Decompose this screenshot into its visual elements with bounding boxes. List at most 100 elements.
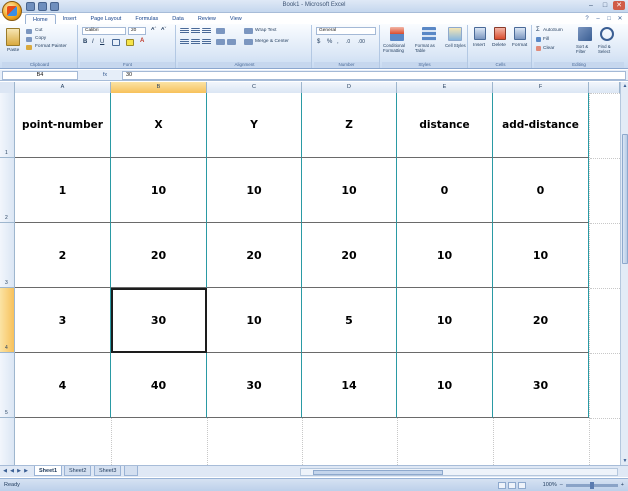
cell-e2[interactable]: 0 <box>397 158 493 223</box>
conditional-formatting-button[interactable]: Conditional Formatting <box>383 43 413 53</box>
align-bottom-icon[interactable] <box>202 28 211 34</box>
decrease-indent-icon[interactable] <box>216 39 225 45</box>
cell-b1[interactable]: X <box>111 93 207 158</box>
cell-c4[interactable]: 10 <box>207 288 302 353</box>
shrink-font-icon[interactable]: Aˇ <box>161 27 166 32</box>
font-color-icon[interactable]: A <box>140 38 144 44</box>
help-icon[interactable]: ? <box>583 15 591 23</box>
cell-e4[interactable]: 10 <box>397 288 493 353</box>
cell-a2[interactable]: 1 <box>15 158 111 223</box>
last-sheet-icon[interactable]: ▶ <box>23 468 29 474</box>
sheet-tab-3[interactable]: Sheet3 <box>94 466 122 476</box>
first-sheet-icon[interactable]: ◀ <box>2 468 8 474</box>
tab-formulas[interactable]: Formulas <box>128 14 165 24</box>
cell-d4[interactable]: 5 <box>302 288 397 353</box>
grow-font-icon[interactable]: Aˆ <box>151 27 156 32</box>
row-header-4[interactable]: 4 <box>0 288 15 353</box>
formula-input[interactable]: 30 <box>122 71 626 80</box>
column-header-f[interactable]: F <box>493 82 589 93</box>
name-box[interactable]: B4 <box>2 71 78 80</box>
align-top-icon[interactable] <box>180 28 189 34</box>
merge-center-button[interactable]: Merge & Center <box>255 39 289 44</box>
underline-icon[interactable]: U <box>100 39 104 45</box>
prev-sheet-icon[interactable]: ◀ <box>9 468 15 474</box>
align-left-icon[interactable] <box>180 39 189 45</box>
cell-b5[interactable]: 40 <box>111 353 207 418</box>
page-break-view-icon[interactable] <box>518 482 526 489</box>
zoom-out-icon[interactable]: – <box>560 482 563 488</box>
cell-f2[interactable]: 0 <box>493 158 589 223</box>
column-header-a[interactable]: A <box>15 82 111 93</box>
horizontal-scroll-thumb[interactable] <box>313 470 443 475</box>
cell-e1[interactable]: distance <box>397 93 493 158</box>
cell-d3[interactable]: 20 <box>302 223 397 288</box>
sheet-tab-1[interactable]: Sheet1 <box>34 466 63 476</box>
percent-icon[interactable]: % <box>327 39 332 45</box>
zoom-slider-knob[interactable] <box>589 481 594 489</box>
copy-button[interactable]: Copy <box>35 36 46 41</box>
row-header-5[interactable]: 5 <box>0 353 15 418</box>
scroll-up-icon[interactable]: ▲ <box>621 82 628 90</box>
comma-icon[interactable]: , <box>337 39 339 45</box>
number-format-select[interactable]: General <box>316 27 376 35</box>
ribbon-minimize-icon[interactable]: – <box>594 15 602 23</box>
cell-b3[interactable]: 20 <box>111 223 207 288</box>
cell-c5[interactable]: 30 <box>207 353 302 418</box>
tab-page-layout[interactable]: Page Layout <box>83 14 128 24</box>
close-icon[interactable]: ✕ <box>613 1 625 10</box>
insert-sheet-icon[interactable] <box>124 466 138 476</box>
cell-c3[interactable]: 20 <box>207 223 302 288</box>
orientation-icon[interactable] <box>216 28 225 34</box>
fill-button[interactable]: Fill <box>543 37 549 42</box>
tab-review[interactable]: Review <box>191 14 223 24</box>
horizontal-scrollbar[interactable] <box>300 468 618 476</box>
select-all-corner[interactable] <box>0 82 15 93</box>
next-sheet-icon[interactable]: ▶ <box>16 468 22 474</box>
bold-icon[interactable]: B <box>83 39 87 45</box>
delete-cells-button[interactable]: Delete <box>492 43 506 48</box>
increase-indent-icon[interactable] <box>227 39 236 45</box>
cell-f5[interactable]: 30 <box>493 353 589 418</box>
vertical-scroll-thumb[interactable] <box>622 134 628 264</box>
insert-cells-button[interactable]: Insert <box>473 43 485 48</box>
cell-styles-button[interactable]: Cell Styles <box>445 43 467 48</box>
ribbon-close-icon[interactable]: ✕ <box>616 15 624 23</box>
cut-button[interactable]: Cut <box>35 28 42 33</box>
cell-f1[interactable]: add-distance <box>493 93 589 158</box>
cell-d2[interactable]: 10 <box>302 158 397 223</box>
vertical-scrollbar[interactable]: ▲ ▼ <box>620 82 628 465</box>
row-header-1[interactable]: 1 <box>0 93 15 158</box>
ribbon-restore-icon[interactable]: □ <box>605 15 613 23</box>
row-header-3[interactable]: 3 <box>0 223 15 288</box>
italic-icon[interactable]: I <box>92 39 94 45</box>
column-header-e[interactable]: E <box>397 82 493 93</box>
normal-view-icon[interactable] <box>498 482 506 489</box>
cell-d1[interactable]: Z <box>302 93 397 158</box>
tab-insert[interactable]: Insert <box>56 14 84 24</box>
format-painter-button[interactable]: Format Painter <box>35 44 67 49</box>
autosum-button[interactable]: AutoSum <box>543 28 563 33</box>
tab-data[interactable]: Data <box>165 14 191 24</box>
paste-button[interactable]: Paste <box>7 48 19 53</box>
scroll-down-icon[interactable]: ▼ <box>621 457 628 465</box>
cell-f3[interactable]: 10 <box>493 223 589 288</box>
font-name-select[interactable]: Calibri <box>82 27 126 35</box>
format-cells-button[interactable]: Format <box>512 43 527 48</box>
font-size-select[interactable]: 20 <box>128 27 146 35</box>
cell-b2[interactable]: 10 <box>111 158 207 223</box>
find-select-button[interactable]: Find & Select <box>598 44 620 54</box>
sheet-tab-2[interactable]: Sheet2 <box>64 466 92 476</box>
align-right-icon[interactable] <box>202 39 211 45</box>
cell-a3[interactable]: 2 <box>15 223 111 288</box>
sort-filter-button[interactable]: Sort & Filter <box>576 44 596 54</box>
insert-function-icon[interactable]: fx <box>88 71 122 80</box>
decrease-decimal-icon[interactable]: .00 <box>358 39 365 45</box>
align-middle-icon[interactable] <box>191 28 200 34</box>
office-button[interactable] <box>2 1 22 21</box>
clear-button[interactable]: Clear <box>543 46 554 51</box>
cell-f4[interactable]: 20 <box>493 288 589 353</box>
cell-c2[interactable]: 10 <box>207 158 302 223</box>
column-header-next[interactable] <box>589 82 620 93</box>
increase-decimal-icon[interactable]: .0 <box>346 39 350 45</box>
cell-b4[interactable]: 30 <box>111 288 207 353</box>
